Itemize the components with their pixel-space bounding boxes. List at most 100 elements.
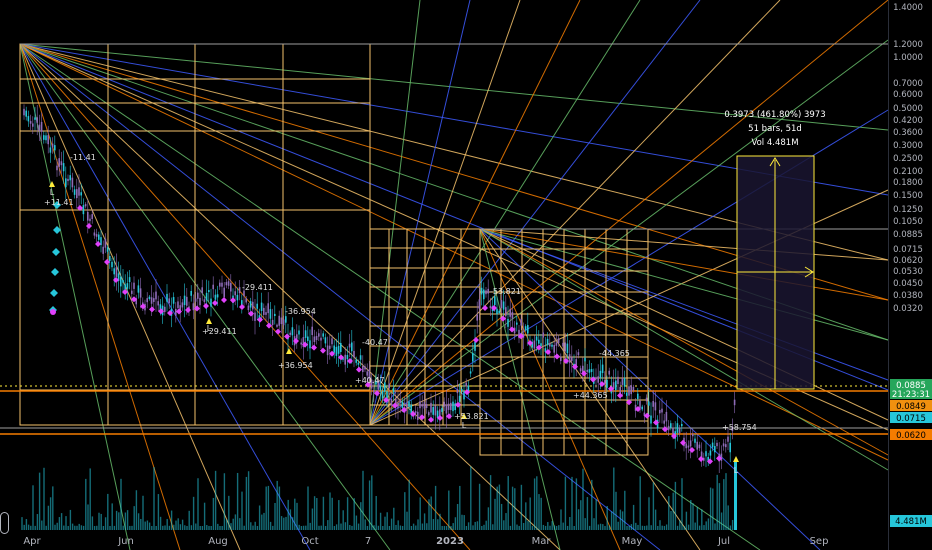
candle-body — [637, 393, 639, 399]
volume-bar — [478, 483, 481, 530]
volume-bar — [509, 525, 512, 530]
candle-body — [104, 238, 107, 248]
volume-bar — [423, 513, 426, 530]
pivot-low-2: L — [462, 421, 467, 430]
candle-body — [155, 291, 157, 300]
candle-body — [661, 408, 663, 413]
volume-bar — [426, 523, 428, 530]
candle-body — [201, 287, 203, 294]
volume-bar — [412, 523, 415, 530]
candle-body — [23, 108, 25, 116]
candle-body — [304, 330, 307, 338]
candle-body — [359, 355, 362, 360]
candle-body — [38, 124, 41, 132]
candle-body — [331, 338, 333, 345]
volume-bar — [32, 485, 34, 530]
volume-bar — [439, 513, 441, 530]
volume-bar — [564, 476, 567, 530]
price-tag-2: 0.0715 — [896, 414, 926, 424]
magenta-marker — [356, 366, 362, 373]
volume-bar — [445, 525, 448, 530]
candle-body — [49, 147, 52, 153]
volume-bar — [179, 524, 182, 530]
volume-bar — [390, 518, 393, 530]
volume-bar — [124, 512, 127, 530]
measure-tool[interactable]: 0.3973 (461.80%) 3973 51 bars, 51d Vol 4… — [724, 110, 826, 390]
volume-bar — [245, 476, 248, 530]
volume-bar — [610, 511, 613, 530]
volume-bar — [272, 525, 274, 530]
candle-body — [408, 401, 410, 407]
candle-body — [34, 117, 36, 120]
chart-logo-icon[interactable] — [0, 512, 9, 534]
magenta-marker — [257, 316, 263, 323]
pivot-low-3: L — [734, 466, 739, 475]
candle-body — [698, 444, 701, 449]
volume-bar — [591, 479, 593, 530]
volume-bar — [318, 525, 320, 530]
magenta-marker — [590, 376, 596, 383]
volume-bar — [261, 514, 263, 530]
candle-body — [249, 301, 252, 308]
candle-body — [445, 404, 448, 414]
candle-body — [298, 330, 300, 335]
volume-bar — [542, 524, 545, 530]
volume-bar — [522, 522, 525, 530]
volume-bar — [582, 468, 584, 530]
candle-body — [109, 256, 111, 262]
time-tick-2: Aug — [208, 536, 228, 547]
volume-bar — [430, 496, 432, 530]
candle-body — [626, 392, 628, 396]
volume-bar — [296, 502, 298, 530]
gann-grid-boxes — [19, 43, 649, 456]
volume-bar — [65, 516, 67, 530]
volume-bar — [316, 498, 318, 530]
candle-body — [111, 261, 113, 268]
candle-body — [579, 368, 582, 372]
candle-body — [678, 428, 681, 434]
candle-body — [93, 232, 96, 236]
volume-bar — [500, 503, 503, 530]
candle-body — [623, 378, 626, 387]
candle-body — [106, 247, 109, 252]
volume-bar — [419, 497, 421, 530]
price-tick-4: 0.5000 — [893, 104, 923, 114]
volume-bar — [56, 522, 58, 530]
cyan-diamond-4 — [50, 289, 58, 297]
candle-body — [146, 298, 148, 303]
price-chart[interactable]: 0.3973 (461.80%) 3973 51 bars, 51d Vol 4… — [0, 0, 932, 550]
time-axis[interactable]: Apr Jun Aug Oct 7 2023 Mar May Jul Sep — [23, 536, 828, 547]
volume-bar — [195, 523, 197, 530]
price-axis[interactable]: 1.4000 1.2000 1.0000 0.70000.6000 0.5000 0.42… — [893, 3, 923, 314]
candle-body — [388, 383, 390, 389]
candle-body — [172, 297, 175, 304]
candle-body — [469, 371, 472, 374]
candle-body — [542, 332, 544, 338]
candle-body — [379, 385, 382, 391]
volume-bar — [269, 521, 272, 530]
volume-bar — [175, 520, 177, 530]
volume-bar — [474, 521, 476, 530]
volume-bar — [146, 520, 149, 530]
volume-bar — [311, 508, 314, 530]
candle-body — [194, 298, 197, 302]
volume-bar — [461, 514, 463, 530]
candle-body — [120, 276, 122, 287]
volume-bar — [173, 524, 175, 530]
candle-body — [485, 290, 487, 295]
price-tick-18: 0.0450 — [893, 279, 923, 289]
candle-body — [95, 234, 98, 237]
candle-body — [78, 187, 80, 196]
volume-bar — [408, 479, 410, 530]
candle-body — [520, 318, 522, 326]
candle-body — [153, 298, 155, 302]
candle-body — [25, 110, 27, 117]
candle-body — [617, 376, 619, 385]
candle-body — [714, 446, 716, 453]
candle-body — [696, 441, 698, 450]
candle-body — [122, 280, 124, 283]
volume-bar — [241, 491, 243, 530]
magenta-marker — [662, 426, 668, 433]
candle-body — [166, 293, 168, 302]
magenta-marker — [275, 328, 281, 335]
